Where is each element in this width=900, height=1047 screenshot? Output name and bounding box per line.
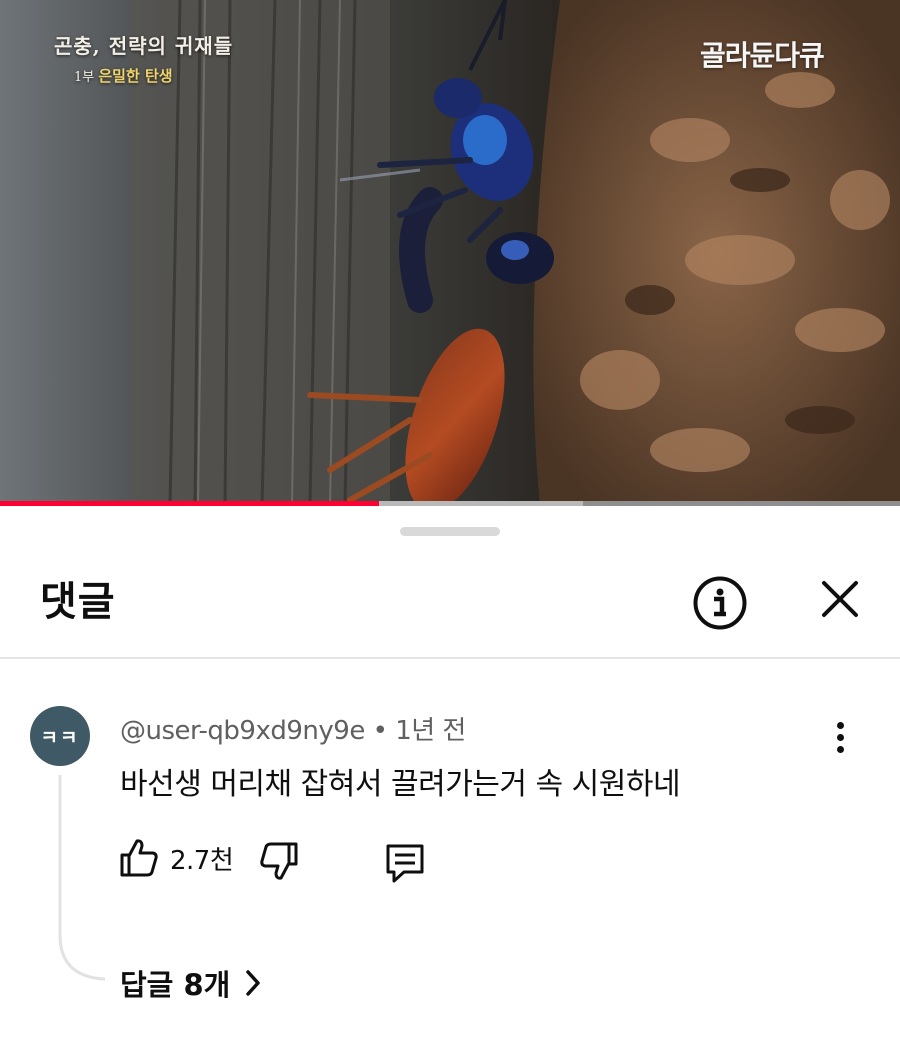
replies-label: 답글 8개: [120, 968, 231, 1002]
video-player[interactable]: 곤충, 전략의 귀재들 1부 은밀한 탄생 골라듄다큐: [0, 0, 900, 505]
comment-reply-icon: [386, 844, 424, 883]
comments-sheet: 댓글 ㅋㅋ @user-qb9xd9ny9e • 1년 전 바선생 머리채 잡혀…: [0, 507, 900, 1047]
video-progress-bar[interactable]: [0, 501, 900, 506]
meta-separator: •: [372, 716, 388, 746]
comment-meta: @user-qb9xd9ny9e • 1년 전: [120, 710, 466, 747]
dislike-button[interactable]: [258, 840, 300, 886]
chevron-right-icon: [246, 970, 261, 996]
progress-played: [0, 501, 379, 506]
like-button[interactable]: 2.7천: [118, 837, 234, 879]
video-overlay-title: 곤충, 전략의 귀재들 1부 은밀한 탄생: [54, 30, 233, 86]
thumbs-up-icon: [120, 839, 158, 877]
like-count: 2.7천: [170, 845, 234, 876]
series-title: 곤충, 전략의 귀재들: [54, 34, 234, 58]
comment-time: 1년 전: [395, 716, 466, 746]
comment-text: 바선생 머리채 잡혀서 끌려가는거 속 시원하네: [120, 767, 681, 802]
episode-line: 1부 은밀한 탄생: [74, 65, 233, 86]
more-options-button[interactable]: [820, 712, 860, 762]
more-vert-icon: [836, 721, 844, 729]
episode-number: 1부: [74, 70, 95, 85]
more-vert-dot: [836, 745, 844, 753]
episode-subtitle: 은밀한 탄생: [98, 67, 173, 85]
thumbs-down-icon: [260, 842, 298, 880]
view-replies-button[interactable]: 답글 8개: [120, 962, 262, 1004]
channel-watermark: 골라듄다큐: [700, 39, 825, 72]
reply-button[interactable]: [382, 840, 428, 890]
more-vert-dot: [836, 733, 844, 741]
avatar[interactable]: ㅋㅋ: [30, 706, 90, 766]
comment-author[interactable]: @user-qb9xd9ny9e: [120, 716, 365, 746]
